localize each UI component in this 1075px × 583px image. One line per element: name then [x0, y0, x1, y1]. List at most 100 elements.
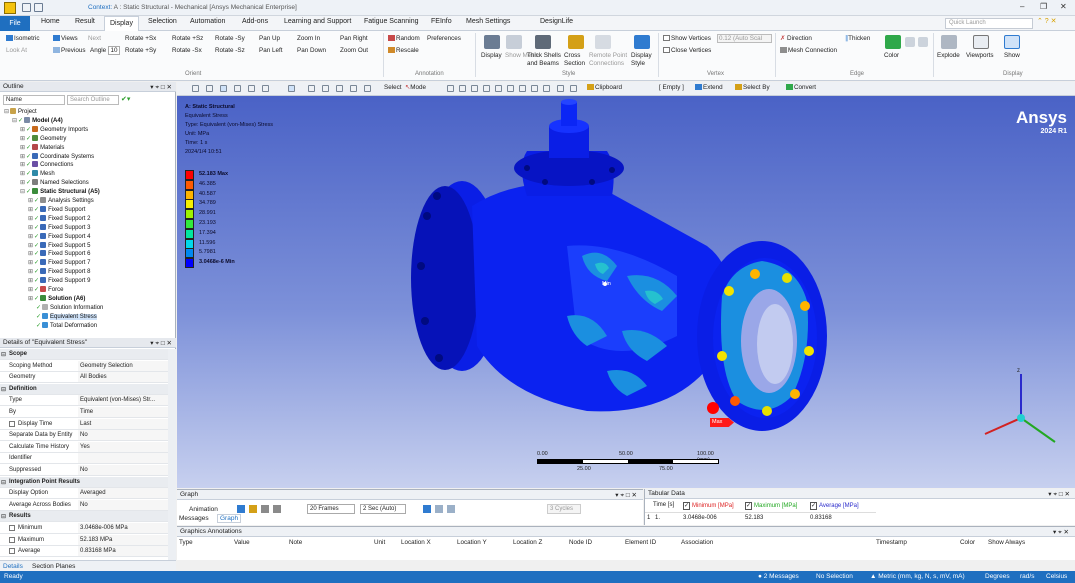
outline-item[interactable]: ⊞✓ Fixed Support 2 — [28, 214, 90, 222]
outline-item[interactable]: ⊞✓ Fixed Support 3 — [28, 223, 90, 231]
rotate-minus-sz-button[interactable]: Rotate -Sz — [215, 47, 245, 54]
details-row[interactable]: Maximum 52.183 MPa — [0, 534, 168, 546]
thicken-button[interactable]: ∥Thicken — [845, 35, 870, 42]
cycles-dropdown[interactable]: 3 Cycles — [547, 504, 581, 514]
save-icon[interactable] — [22, 3, 31, 12]
valve-model[interactable] — [377, 96, 877, 488]
extend-dropdown[interactable]: Extend — [695, 84, 723, 91]
col-value[interactable]: Value — [234, 539, 250, 546]
edge-option-icon[interactable] — [905, 37, 915, 47]
legend-swatch[interactable] — [185, 189, 194, 200]
mesh-connection-button[interactable]: Mesh Connection — [780, 47, 837, 54]
expand-icon[interactable]: ⊞ — [20, 127, 25, 133]
details-value-cell[interactable] — [78, 430, 168, 441]
legend-swatch[interactable] — [185, 209, 194, 220]
outline-name-dropdown[interactable]: Name — [3, 95, 65, 105]
animation-option-icon[interactable] — [447, 505, 455, 513]
parameter-checkbox[interactable] — [9, 420, 15, 427]
stop-icon[interactable] — [249, 505, 257, 513]
tab-home[interactable]: Home — [41, 18, 60, 25]
details-section[interactable]: ⊟ Integration Point Results — [0, 476, 168, 488]
box-zoom-icon[interactable] — [248, 85, 255, 92]
outline-item[interactable]: ⊞✓ Mesh — [20, 170, 55, 177]
details-value-cell[interactable] — [78, 499, 168, 510]
expand-icon[interactable]: ⊞ — [20, 180, 25, 186]
tab-designlife[interactable]: DesignLife — [540, 18, 573, 25]
col-minimum[interactable]: ✓ Minimum [MPa] — [683, 502, 734, 510]
box-select-icon[interactable] — [288, 85, 295, 92]
outline-item[interactable]: ⊞✓ Fixed Support 6 — [28, 250, 90, 257]
outline-item[interactable]: ⊞✓ Fixed Support — [28, 205, 85, 213]
tab-section-planes[interactable]: Section Planes — [32, 563, 75, 570]
play-icon[interactable] — [237, 505, 245, 513]
details-row[interactable]: Geometry All Bodies — [0, 372, 168, 384]
coordinate-triad[interactable]: z — [977, 366, 1062, 446]
details-value-cell[interactable] — [78, 418, 168, 429]
tab-automation[interactable]: Automation — [190, 18, 225, 25]
edge-option-icon[interactable] — [918, 37, 928, 47]
graphics-viewport[interactable]: A: Static Structural Equivalent Stress T… — [177, 96, 1075, 488]
outline-item[interactable]: ⊞✓ Fixed Support 8 — [28, 268, 90, 275]
expand-icon[interactable]: ⊞ — [28, 296, 33, 302]
expand-icon[interactable]: ⊞ — [28, 243, 33, 249]
expand-icon[interactable]: ⊞ — [28, 278, 33, 284]
tab-selection[interactable]: Selection — [148, 18, 177, 25]
col-type[interactable]: Type — [179, 539, 193, 546]
col-unit[interactable]: Unit — [374, 539, 385, 546]
isometric-button[interactable]: Isometric — [6, 35, 40, 42]
clipboard-dropdown[interactable]: Clipboard — [587, 84, 622, 91]
select-edge-icon[interactable] — [459, 85, 466, 92]
col-note[interactable]: Note — [289, 539, 302, 546]
col-show-always[interactable]: Show Always — [988, 539, 1025, 546]
col-maximum[interactable]: ✓ Maximum [MPa] — [745, 502, 797, 510]
next-frame-icon[interactable] — [273, 505, 281, 513]
color-button[interactable]: Color — [884, 52, 899, 59]
col-timestamp[interactable]: Timestamp — [876, 539, 907, 546]
expand-icon[interactable]: ⊞ — [20, 154, 25, 160]
rescale-button[interactable]: Rescale — [388, 47, 419, 54]
legend-swatch[interactable] — [185, 248, 194, 259]
legend-swatch[interactable] — [185, 199, 194, 210]
outline-item[interactable]: ⊞✓ Named Selections — [20, 179, 89, 186]
col-node-id[interactable]: Node ID — [569, 539, 592, 546]
select-option-icon[interactable] — [570, 85, 577, 92]
expand-icon[interactable]: ⊞ — [28, 207, 33, 213]
outline-item[interactable]: ✓ Total Deformation — [36, 321, 97, 329]
frames-dropdown[interactable]: 20 Frames — [307, 504, 355, 514]
outline-item[interactable]: ⊞✓ Fixed Support 9 — [28, 277, 90, 284]
expand-icon[interactable]: ⊟ — [4, 109, 9, 115]
col-location-x[interactable]: Location X — [401, 539, 431, 546]
select-element-face-icon[interactable] — [519, 85, 526, 92]
rate-units[interactable]: rad/s — [1020, 573, 1034, 580]
expand-icon[interactable]: ⊞ — [28, 287, 33, 293]
zoom-box-icon[interactable] — [336, 85, 343, 92]
table-row[interactable]: 1 1. 3.0468e-006 52.183 0.83168 — [645, 512, 876, 522]
panel-controls-icon[interactable]: ▾ ⌖ ✕ — [1053, 528, 1069, 537]
details-row[interactable]: Scoping Method Geometry Selection — [0, 360, 168, 372]
random-button[interactable]: Random — [388, 35, 420, 42]
col-element-id[interactable]: Element ID — [625, 539, 656, 546]
parameter-checkbox[interactable] — [9, 525, 15, 531]
select-filter-icon[interactable] — [543, 85, 550, 92]
zoom-in-button[interactable]: Zoom In — [297, 35, 320, 42]
details-row[interactable]: Display Time Last — [0, 418, 168, 430]
look-at-button[interactable]: Look At — [6, 47, 27, 54]
details-section[interactable]: ⊟ Scope — [0, 349, 168, 360]
rotate-plus-sz-button[interactable]: Rotate +Sz — [172, 35, 203, 42]
details-row[interactable]: Separate Data by Entity No — [0, 430, 168, 442]
explode-button[interactable]: Explode — [937, 52, 960, 59]
collapse-icon[interactable]: ⊟ — [1, 479, 6, 486]
tab-learning-and-support[interactable]: Learning and Support — [284, 18, 351, 25]
outline-item[interactable]: ⊞✓ Connections — [20, 161, 73, 168]
rotate-minus-sx-button[interactable]: Rotate -Sx — [172, 47, 202, 54]
close-icon[interactable]: ✕ — [1060, 2, 1067, 11]
tab-add-ons[interactable]: Add-ons — [242, 18, 268, 25]
details-row[interactable]: Minimum 3.0468e-006 MPa — [0, 523, 168, 534]
temperature-units[interactable]: Celsius — [1046, 573, 1067, 580]
animation-option-icon[interactable] — [435, 505, 443, 513]
select-mode-dropdown[interactable]: ↖Mode — [405, 84, 426, 91]
close-vertices-button[interactable]: Close Vertices — [663, 47, 711, 54]
parameter-checkbox[interactable] — [9, 536, 15, 543]
details-row[interactable]: Display Option Averaged — [0, 488, 168, 500]
details-value-cell[interactable] — [78, 453, 168, 464]
